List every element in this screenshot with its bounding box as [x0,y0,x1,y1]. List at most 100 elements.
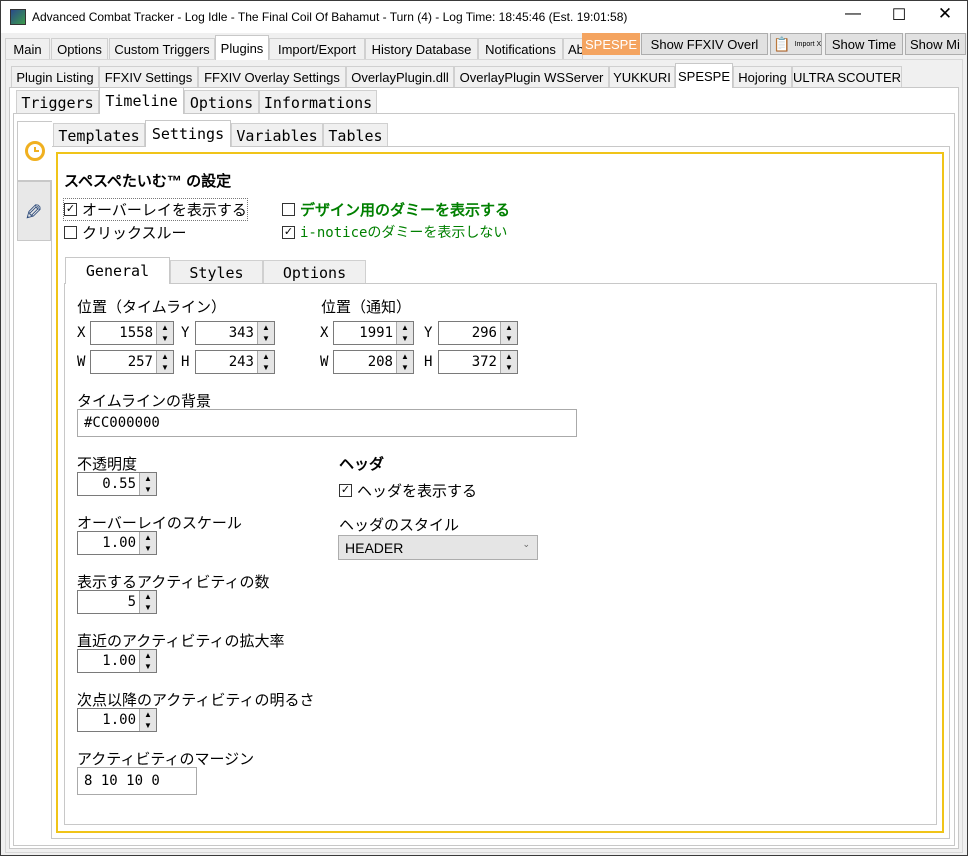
tab-timeline[interactable]: Timeline [99,87,184,114]
spinner-icon[interactable]: ▲ ▼ [139,591,156,613]
tab-options[interactable]: Options [51,38,108,59]
header-style-select[interactable]: HEADER ⌄ [338,535,538,560]
title-bar: Advanced Combat Tracker - Log Idle - The… [1,1,967,33]
show-header-checkbox[interactable]: ✓ ヘッダを表示する [339,480,477,501]
app-window: Advanced Combat Tracker - Log Idle - The… [0,0,968,856]
click-through-checkbox[interactable]: クリックスルー [64,222,187,243]
checkbox-unchecked [282,203,295,216]
spinner-icon[interactable]: ▲ ▼ [396,351,413,373]
tab-about[interactable]: Ab [563,38,583,59]
timeline-w-input[interactable]: 257 ▲ ▼ [90,350,174,374]
show-ffxiv-overlay-button[interactable]: Show FFXIV Overl [641,33,768,55]
tab-inner-options[interactable]: Options [263,260,366,284]
side-tab-edit[interactable]: ✎ [17,181,51,241]
tab-triggers[interactable]: Triggers [16,90,99,114]
spinner-icon[interactable]: ▲ ▼ [396,322,413,344]
value: 296 [471,325,497,341]
margin-input[interactable]: 8 10 10 0 [77,767,197,795]
clipboard-icon: 📋 [773,35,791,52]
opacity-input[interactable]: 0.55 ▲ ▼ [77,472,157,496]
tab-import-export[interactable]: Import/Export [269,38,365,59]
spinner-icon[interactable]: ▲ ▼ [257,322,274,344]
show-mini-button[interactable]: Show Mi [905,33,966,55]
notice-x-input[interactable]: 1991 ▲ ▼ [333,321,414,345]
checkbox-checked: ✓ [282,225,295,239]
tab-styles[interactable]: Styles [170,260,263,284]
show-dummy-checkbox[interactable]: デザイン用のダミーを表示する [282,199,510,220]
h-label: H [424,354,433,370]
hide-inotice-dummy-checkbox[interactable]: ✓ i-noticeのダミーを表示しない [282,222,507,242]
tab-custom-triggers[interactable]: Custom Triggers [109,38,215,59]
spinner-icon[interactable]: ▲ ▼ [139,532,156,554]
value: 1.00 [102,712,136,728]
spinner-icon[interactable]: ▲ ▼ [139,650,156,672]
notice-w-input[interactable]: 208 ▲ ▼ [333,350,414,374]
value: 343 [228,325,254,341]
background-input[interactable]: #CC000000 [77,409,577,437]
spinner-icon[interactable]: ▲ ▼ [139,473,156,495]
scale-input[interactable]: 1.00 ▲ ▼ [77,531,157,555]
margin-label: アクティビティのマージン [77,751,255,768]
close-button[interactable]: ✕ [925,4,965,24]
tab-informations[interactable]: Informations [259,90,377,114]
brightness-input[interactable]: 1.00 ▲ ▼ [77,708,157,732]
notice-y-input[interactable]: 296 ▲ ▼ [438,321,518,345]
value: 1.00 [102,653,136,669]
tab-hojoring[interactable]: Hojoring [733,66,792,87]
spespe-button[interactable]: SPESPE [582,33,640,55]
y-label: Y [424,325,433,341]
spinner-icon[interactable]: ▲ ▼ [500,322,517,344]
tab-variables[interactable]: Variables [231,123,323,147]
side-tab-timeline[interactable] [17,121,52,181]
spinner-icon[interactable]: ▲ ▼ [156,322,173,344]
tab-general[interactable]: General [65,257,170,284]
show-overlay-checkbox[interactable]: ✓ オーバーレイを表示する [63,198,248,221]
brightness-label: 次点以降のアクティビティの明るさ [77,692,315,709]
tab-settings[interactable]: Settings [145,120,231,147]
tab-templates[interactable]: Templates [53,123,145,147]
y-label: Y [181,325,190,341]
tab-spespe[interactable]: SPESPE [675,63,733,88]
tab-plugin-listing[interactable]: Plugin Listing [11,66,99,87]
tab-notifications[interactable]: Notifications [478,38,563,59]
scale-label: オーバーレイのスケール [77,515,242,532]
position-notice-label: 位置（通知） [321,299,412,316]
activity-count-input[interactable]: 5 ▲ ▼ [77,590,157,614]
minimize-button[interactable]: — [833,5,873,23]
header-style-label: ヘッダのスタイル [339,517,460,534]
tab-ffxiv-overlay-settings[interactable]: FFXIV Overlay Settings [198,66,346,87]
maximize-button[interactable]: ☐ [879,5,919,25]
tab-tables[interactable]: Tables [323,123,388,147]
checkbox-label: デザイン用のダミーを表示する [300,202,511,219]
tab-yukkuri[interactable]: YUKKURI [609,66,675,87]
timeline-h-input[interactable]: 243 ▲ ▼ [195,350,275,374]
tab-plugins[interactable]: Plugins [215,35,269,60]
checkbox-checked: ✓ [339,484,352,497]
import-xml-button[interactable]: 📋 Import XML [770,33,822,55]
recent-zoom-input[interactable]: 1.00 ▲ ▼ [77,649,157,673]
tab-overlayplugin-dll[interactable]: OverlayPlugin.dll [346,66,454,87]
window-title: Advanced Combat Tracker - Log Idle - The… [32,10,628,24]
tab-ultra-scouter[interactable]: ULTRA SCOUTER [792,66,902,87]
activity-count-label: 表示するアクティビティの数 [77,574,270,591]
spinner-icon[interactable]: ▲ ▼ [500,351,517,373]
spinner-icon[interactable]: ▲ ▼ [156,351,173,373]
tab-history-database[interactable]: History Database [365,38,478,59]
h-label: H [181,354,190,370]
spinner-icon[interactable]: ▲ ▼ [257,351,274,373]
tab-main[interactable]: Main [5,38,50,59]
background-label: タイムラインの背景 [77,393,211,410]
notice-h-input[interactable]: 372 ▲ ▼ [438,350,518,374]
act-icon [10,9,26,25]
timeline-y-input[interactable]: 343 ▲ ▼ [195,321,275,345]
clock-icon [25,141,45,161]
tab-overlayplugin-wsserver[interactable]: OverlayPlugin WSServer [454,66,609,87]
show-time-button[interactable]: Show Time [825,33,903,55]
opacity-label: 不透明度 [77,456,138,473]
position-timeline-label: 位置（タイムライン） [77,299,226,316]
tab-ffxiv-settings[interactable]: FFXIV Settings [99,66,198,87]
spinner-icon[interactable]: ▲ ▼ [139,709,156,731]
w-label: W [320,354,329,370]
timeline-x-input[interactable]: 1558 ▲ ▼ [90,321,174,345]
tab-spespe-options[interactable]: Options [184,90,259,114]
